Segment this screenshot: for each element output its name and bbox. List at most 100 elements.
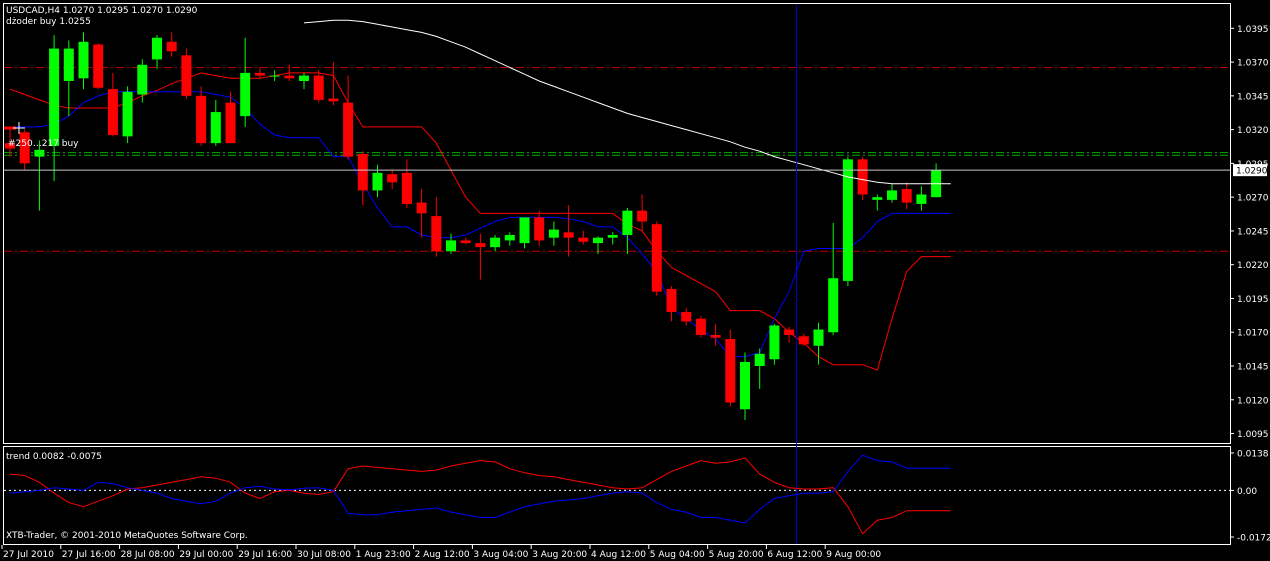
price-tick-label: 1.0320 (1237, 126, 1269, 136)
time-tick-label: 27 Jul 16:00 (62, 550, 116, 560)
price-tick-label: 1.0370 (1237, 59, 1269, 69)
candle-body (284, 75, 295, 79)
candle-47 (695, 316, 706, 338)
indicator-tick-label: 0.00 (1237, 487, 1257, 497)
candle-body (813, 329, 824, 346)
candle-body (431, 216, 442, 252)
candle-6 (93, 43, 104, 90)
time-tick-label: 1 Aug 23:00 (356, 550, 411, 560)
candle-body (34, 149, 45, 157)
candle-8 (122, 86, 133, 144)
time-tick-label: 3 Aug 04:00 (473, 550, 528, 560)
time-tick-label: 28 Jul 08:00 (121, 550, 175, 560)
candle-body (269, 75, 280, 77)
candle-body (548, 229, 559, 238)
candle-body (460, 240, 471, 244)
candle-body (725, 338, 736, 403)
candle-body (637, 210, 648, 222)
candle-body (578, 237, 589, 242)
candle-body (681, 311, 692, 322)
indicator-axis: 0.0138 0.00 -0.0172 (1230, 450, 1270, 544)
candle-body (534, 217, 545, 241)
candle-body (475, 243, 486, 248)
price-tick-label: 1.0220 (1237, 261, 1269, 271)
candle-body (240, 72, 251, 117)
candle-body (63, 48, 74, 81)
time-tick-label: 27 Jul 2010 (3, 550, 54, 560)
candle-58 (857, 156, 868, 200)
candle-body (593, 237, 603, 244)
candle-12 (181, 48, 192, 99)
price-tick-label: 1.0245 (1237, 227, 1269, 237)
candle-body (622, 210, 633, 235)
candle-body (519, 217, 530, 244)
candle-body (798, 336, 809, 345)
time-tick-label: 4 Aug 12:00 (591, 550, 646, 560)
time-tick-label: 5 Aug 04:00 (650, 550, 705, 560)
candle-44 (651, 221, 662, 296)
price-tick-label: 1.0120 (1237, 396, 1269, 406)
candle-body (872, 197, 883, 200)
candle-body (901, 189, 912, 203)
candle-body (387, 174, 398, 183)
candle-body (504, 234, 515, 241)
candle-body (754, 353, 765, 367)
time-tick-label: 29 Jul 00:00 (179, 550, 233, 560)
price-tick-label: 1.0095 (1237, 430, 1269, 440)
price-tick-label: 1.0345 (1237, 92, 1269, 102)
candle-body (916, 194, 927, 204)
current-price-label: 1.0290 (1236, 167, 1268, 177)
indicator-tick-label: 0.0138 (1237, 450, 1269, 460)
price-tick-label: 1.0195 (1237, 295, 1269, 305)
candle-49 (725, 329, 736, 407)
candle-body (225, 102, 236, 144)
candle-body (710, 334, 721, 338)
time-tick-label: 3 Aug 20:00 (532, 550, 587, 560)
candle-body (78, 41, 89, 79)
symbol-info: USDCAD,H4 1.0270 1.0295 1.0270 1.0290 (6, 6, 198, 16)
candle-body (49, 48, 60, 146)
candle-body (107, 89, 118, 136)
candle-body (416, 202, 427, 214)
indicator-title: trend 0.0082 -0.0075 (6, 452, 102, 462)
price-tick-label: 1.0170 (1237, 329, 1269, 339)
candle-body (343, 102, 354, 157)
candle-body (357, 153, 368, 191)
candle-body (166, 41, 177, 52)
candle-body (784, 329, 795, 335)
candle-body (563, 232, 574, 238)
trade-label: #250…217 buy (8, 139, 79, 149)
candle-body (372, 172, 383, 191)
candle-body (446, 240, 456, 252)
time-tick-label: 29 Jul 16:00 (238, 550, 292, 560)
candle-body (607, 234, 618, 238)
candle-body (887, 190, 897, 200)
indicator-tick-label: -0.0172 (1237, 534, 1270, 544)
price-tick-label: 1.0395 (1237, 25, 1269, 35)
candle-body (181, 55, 192, 96)
candle-body (666, 289, 677, 312)
candle-body (210, 112, 221, 144)
price-tick-label: 1.0145 (1237, 363, 1269, 373)
candle-body (152, 37, 162, 60)
candle-body (93, 44, 104, 88)
candle-body (137, 64, 148, 95)
chart-window: 1.03951.03701.03451.03201.02951.02701.02… (1, 3, 1270, 560)
time-axis: 27 Jul 2010 27 Jul 16:00 28 Jul 08:00 29 Ju… (1, 545, 881, 560)
candle-body (122, 91, 133, 137)
candle-body (740, 361, 750, 410)
candle-body (313, 75, 324, 100)
price-tick-label: 1.0270 (1237, 194, 1269, 204)
candle-body (828, 278, 839, 333)
candle-body (769, 325, 780, 360)
time-tick-label: 30 Jul 08:00 (297, 550, 351, 560)
time-tick-label: 2 Aug 12:00 (415, 550, 470, 560)
copyright-text: XTB-Trader, © 2001-2010 MetaQuotes Softw… (6, 531, 248, 541)
candle-body (490, 237, 501, 248)
candle-52 (769, 324, 780, 365)
candle-body (328, 98, 339, 102)
time-tick-label: 6 Aug 12:00 (767, 550, 822, 560)
candle-body (651, 224, 662, 292)
price-axis: 1.03951.03701.03451.03201.02951.02701.02… (1230, 25, 1269, 440)
candle-body (254, 72, 265, 76)
